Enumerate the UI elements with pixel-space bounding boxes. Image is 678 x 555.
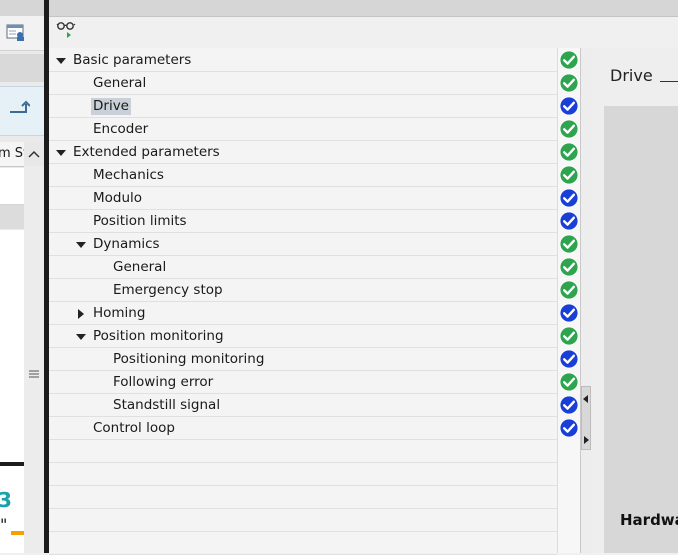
list-item[interactable] [0, 168, 24, 205]
collapse-caret-icon[interactable] [78, 309, 84, 319]
tree-item-label: Standstill signal [113, 397, 221, 413]
title-bar [49, 0, 678, 17]
tree-item-label: Modulo [93, 190, 143, 206]
expand-right-icon[interactable] [584, 436, 589, 444]
tree-item-position-monitoring[interactable]: Position monitoring [49, 325, 557, 348]
status-info-icon [559, 96, 579, 116]
detail-title: Drive [610, 66, 653, 85]
tree-item-position-limits[interactable]: Position limits [49, 210, 557, 233]
status-info-icon [559, 188, 579, 208]
tree-item-label: Mechanics [93, 167, 164, 183]
chevron-up-icon [28, 150, 40, 158]
scrollbar-grip-icon[interactable] [28, 366, 40, 382]
tree-item-extended-parameters[interactable]: Extended parameters [49, 141, 557, 164]
list-item[interactable] [0, 205, 24, 229]
column-header[interactable]: m Sv [0, 142, 25, 167]
tree-item-emergency-stop[interactable]: Emergency stop [49, 279, 557, 302]
status-ok-icon [559, 234, 579, 254]
tree-item-label: Control loop [93, 420, 175, 436]
tree-item-positioning-monitoring[interactable]: Positioning monitoring [49, 348, 557, 371]
status-ok-icon [559, 165, 579, 185]
status-ok-icon [559, 50, 579, 70]
status-ok-icon [559, 73, 579, 93]
tree-item-dynamics[interactable]: Dynamics [49, 233, 557, 256]
tree-item-label: Drive [91, 98, 131, 115]
tree-item-drive[interactable]: Drive [49, 95, 557, 118]
expand-caret-icon[interactable] [76, 334, 86, 340]
status-ok-icon [559, 142, 579, 162]
tree-item-general[interactable]: General [49, 72, 557, 95]
tree-empty-row [49, 463, 557, 486]
tree-item-label: Encoder [93, 121, 149, 137]
tree-item-following-error[interactable]: Following error [49, 371, 557, 394]
status-ok-icon [559, 257, 579, 277]
tree-item-label: Position limits [93, 213, 187, 229]
tree-empty-row [49, 532, 557, 555]
collapse-left-icon[interactable] [583, 395, 588, 403]
tree-empty-row [49, 486, 557, 509]
status-info-icon [559, 395, 579, 415]
teal-text: 3 [0, 488, 12, 512]
left-title-bar [0, 0, 46, 16]
tree-item-label: Extended parameters [73, 144, 220, 160]
title-underline [660, 81, 678, 82]
tree-item-standstill-signal[interactable]: Standstill signal [49, 394, 557, 417]
list-item[interactable] [0, 230, 24, 263]
expand-caret-icon[interactable] [56, 150, 66, 156]
tree-item-label: Basic parameters [73, 52, 192, 68]
tree-item-homing[interactable]: Homing [49, 302, 557, 325]
tree-item-label: Dynamics [93, 236, 160, 252]
tree-item-dynamics-general[interactable]: General [49, 256, 557, 279]
vertical-scrollbar[interactable] [24, 166, 44, 553]
status-ok-icon [559, 372, 579, 392]
tree-item-mechanics[interactable]: Mechanics [49, 164, 557, 187]
list-area [0, 262, 24, 462]
quote-text: " [0, 515, 8, 534]
tree-item-label: Position monitoring [93, 328, 224, 344]
tree-item-modulo[interactable]: Modulo [49, 187, 557, 210]
tree-item-label: Positioning monitoring [113, 351, 265, 367]
tree-empty-row [49, 440, 557, 463]
status-info-icon [559, 211, 579, 231]
window-icon[interactable] [6, 24, 26, 42]
tree-item-control-loop[interactable]: Control loop [49, 417, 557, 440]
tree-item-basic-parameters[interactable]: Basic parameters [49, 49, 557, 72]
drive-graphic-area [604, 106, 678, 553]
back-arrow-icon[interactable] [8, 100, 31, 116]
expand-caret-icon[interactable] [56, 58, 66, 64]
status-info-icon [559, 303, 579, 323]
status-ok-icon [559, 119, 579, 139]
status-info-icon [559, 349, 579, 369]
toolbar [49, 17, 678, 48]
status-ok-icon [559, 326, 579, 346]
pane-splitter[interactable] [580, 48, 593, 553]
status-ok-icon [559, 280, 579, 300]
scroll-up-button[interactable] [24, 142, 44, 167]
tree-item-label: General [93, 75, 147, 91]
column-header-label: m Sv [0, 146, 24, 161]
tree-item-label: Following error [113, 374, 214, 390]
tree-item-label: General [113, 259, 167, 275]
tree-empty-row [49, 509, 557, 532]
tree-item-encoder[interactable]: Encoder [49, 118, 557, 141]
tree-item-label: Emergency stop [113, 282, 223, 298]
left-section-bar [0, 54, 46, 82]
tree-item-label: Homing [93, 305, 146, 321]
glasses-icon[interactable] [56, 20, 78, 40]
expand-caret-icon[interactable] [76, 242, 86, 248]
section-label: Hardwa [620, 511, 678, 529]
orange-marker [11, 531, 24, 535]
status-info-icon [559, 418, 579, 438]
